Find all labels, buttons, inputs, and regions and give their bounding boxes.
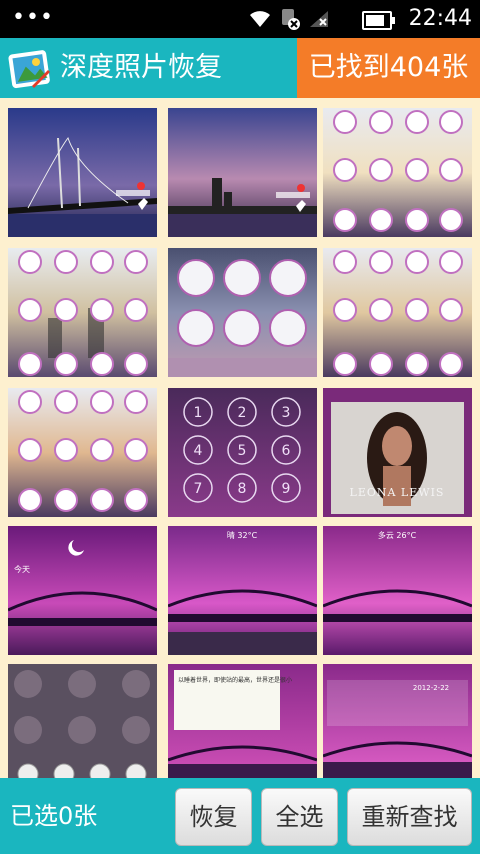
app-title: 深度照片恢复: [60, 52, 222, 83]
purple-bridge-image: 2012-2-22: [323, 664, 472, 778]
bridge-dusk-image: [8, 108, 157, 237]
photo-thumbnail[interactable]: [8, 248, 157, 377]
battery-icon: [362, 11, 395, 30]
photo-thumbnail[interactable]: [8, 664, 157, 778]
svg-text:1: 1: [194, 405, 203, 421]
wifi-icon: [250, 11, 270, 27]
icon-theme-image: [323, 108, 472, 237]
selected-count: 已选0张: [10, 802, 98, 830]
photo-thumbnail[interactable]: [323, 108, 472, 237]
svg-text:6: 6: [282, 443, 291, 459]
note-bridge-image: 以睡着世界，即使站的最高，世界还是很小: [168, 664, 317, 778]
found-count-badge: 已找到404张: [297, 38, 480, 98]
app-header: 深度照片恢复 已找到404张: [0, 38, 480, 98]
photo-thumbnail[interactable]: 1 2 3 4 5 6 7 8 9: [168, 388, 317, 517]
photo-thumbnail[interactable]: 2012-2-22: [323, 664, 472, 778]
photo-thumbnail[interactable]: [8, 108, 157, 237]
svg-text:3: 3: [282, 405, 291, 421]
icon-theme-image: [8, 248, 157, 377]
photo-thumbnail[interactable]: [323, 248, 472, 377]
recover-button[interactable]: 恢复: [175, 788, 252, 846]
photo-thumbnail[interactable]: 多云 26°C: [323, 526, 472, 655]
svg-text:8: 8: [238, 481, 247, 497]
svg-text:4: 4: [194, 443, 203, 459]
weather-caption: 晴 32°C: [227, 530, 258, 540]
photo-thumbnail[interactable]: [168, 248, 317, 377]
purple-bridge-image: 今天: [8, 526, 157, 655]
icon-theme-image: [8, 388, 157, 517]
photo-thumbnail[interactable]: [168, 108, 317, 237]
photo-thumbnail[interactable]: [8, 388, 157, 517]
notification-dots-icon: •••: [12, 5, 54, 30]
signal-icon: [310, 11, 328, 27]
svg-text:7: 7: [194, 481, 203, 497]
note-caption: 以睡着世界，即使站的最高，世界还是很小: [178, 676, 292, 684]
skyline-dusk-image: [168, 108, 317, 237]
icon-theme-image: [323, 248, 472, 377]
svg-text:9: 9: [282, 481, 291, 497]
dark-blur-image: [8, 664, 157, 778]
clock: 22:44: [408, 6, 472, 31]
svg-text:2: 2: [238, 405, 247, 421]
photo-thumbnail[interactable]: 今天: [8, 526, 157, 655]
photo-grid[interactable]: 1 2 3 4 5 6 7 8 9 LEONA LEWIS 今天 晴 32°C 多云 26°…: [0, 98, 480, 778]
status-bar: ••• 22:44: [0, 0, 480, 38]
photo-thumbnail[interactable]: LEONA LEWIS: [323, 388, 472, 517]
keypad-image: 1 2 3 4 5 6 7 8 9: [168, 388, 317, 517]
album-caption: LEONA LEWIS: [350, 486, 445, 499]
bottom-action-bar: 已选0张 恢复 全选 重新查找: [0, 778, 480, 854]
sim-off-icon: [282, 9, 300, 30]
rescan-button[interactable]: 重新查找: [347, 788, 472, 846]
weather-caption: 多云 26°C: [378, 530, 417, 540]
photo-thumbnail[interactable]: 晴 32°C: [168, 526, 317, 655]
album-cover-image: LEONA LEWIS: [323, 388, 472, 517]
app-logo-icon: [8, 50, 50, 89]
purple-bridge-image: 多云 26°C: [323, 526, 472, 655]
date-caption: 2012-2-22: [413, 684, 449, 692]
photo-thumbnail[interactable]: 以睡着世界，即使站的最高，世界还是很小: [168, 664, 317, 778]
weather-caption: 今天: [14, 564, 30, 574]
purple-bridge-image: 晴 32°C: [168, 526, 317, 655]
lockscreen-icons-image: [168, 248, 317, 377]
select-all-button[interactable]: 全选: [261, 788, 338, 846]
svg-text:5: 5: [238, 443, 247, 459]
